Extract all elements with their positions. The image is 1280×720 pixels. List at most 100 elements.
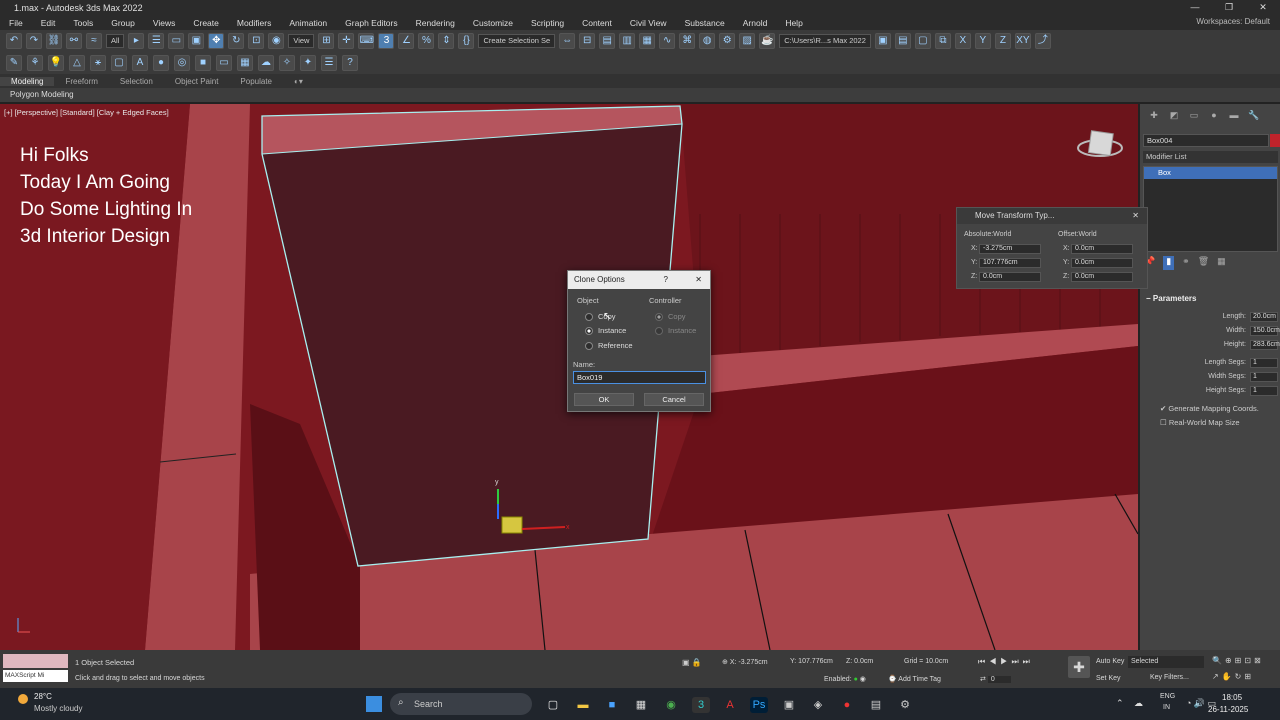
3dsmax-icon[interactable]: 3 <box>692 697 710 713</box>
selection-filter-dropdown[interactable]: All <box>106 34 125 48</box>
link-icon[interactable]: ⛓ <box>46 33 62 49</box>
menu-customize[interactable]: Customize <box>464 18 522 28</box>
menu-modifiers[interactable]: Modifiers <box>228 18 280 28</box>
help-circle-icon[interactable]: ? <box>342 55 358 71</box>
stack-item-box[interactable]: Box <box>1144 167 1277 179</box>
set-key-button[interactable]: Set Key <box>1096 675 1121 682</box>
modify-tab-icon[interactable]: ◩ <box>1166 110 1182 124</box>
real-world-checkbox[interactable]: ☐ Real-World Map Size <box>1160 418 1240 427</box>
move-gizmo-plane[interactable] <box>501 516 523 534</box>
photoshop-icon[interactable]: Ps <box>750 697 768 713</box>
show-end-result-icon[interactable]: ▮ <box>1163 256 1175 270</box>
off-y-field[interactable]: 0.0cm <box>1071 258 1133 268</box>
onedrive-icon[interactable]: ☁ <box>1134 698 1143 709</box>
named-selection-dropdown[interactable]: Create Selection Se <box>478 34 556 48</box>
key-selected-dropdown[interactable]: Selected <box>1128 656 1204 668</box>
isolate-icon[interactable]: ▣ 🔒 <box>682 658 702 667</box>
window-crossing-icon[interactable]: ▣ <box>188 33 205 49</box>
object-instance-radio[interactable]: Instance <box>585 326 626 335</box>
param-length-segs-value[interactable]: 1 <box>1250 358 1278 368</box>
close-button[interactable]: ✕ <box>695 271 702 289</box>
cancel-button[interactable]: Cancel <box>644 393 704 406</box>
keyboard-shortcut-icon[interactable]: ⌨ <box>358 33 375 49</box>
schematic-view-icon[interactable]: ⌘ <box>679 33 696 49</box>
create-tab-icon[interactable]: ✚ <box>1146 110 1162 124</box>
calculator-icon[interactable]: ▦ <box>632 697 650 713</box>
manipulate-icon[interactable]: ✛ <box>338 33 355 49</box>
gen-mapping-checkbox[interactable]: ✔ Generate Mapping Coords. <box>1160 404 1259 413</box>
acrobat-icon[interactable]: A <box>721 697 739 713</box>
settings-gear-icon[interactable]: ⚙ <box>896 697 914 713</box>
menu-create[interactable]: Create <box>184 18 228 28</box>
minimize-button[interactable]: — <box>1178 0 1212 15</box>
curve-editor-icon[interactable]: ∿ <box>659 33 676 49</box>
layer-icon[interactable]: ▤ <box>894 33 911 49</box>
edit-named-selection-icon[interactable]: {} <box>458 33 475 49</box>
axis-y-icon[interactable]: Y <box>974 33 991 49</box>
key-mode-icon[interactable]: ✚ <box>1068 656 1090 678</box>
playback-controls[interactable]: ⏮◀▶⏭⏭ <box>978 657 1034 667</box>
plane-icon[interactable]: ▭ <box>216 55 232 71</box>
box-icon[interactable]: ■ <box>195 55 211 71</box>
tab-freeform[interactable]: Freeform <box>54 77 108 86</box>
enabled-toggle[interactable]: Enabled: ● ◉ <box>824 675 866 683</box>
menu-graph-editors[interactable]: Graph Editors <box>336 18 406 28</box>
viewport-nav-icons-2[interactable]: ↗✋↻⊞ <box>1212 672 1254 681</box>
cloud-icon[interactable]: ☁ <box>258 55 274 71</box>
unlink-icon[interactable]: ⚯ <box>66 33 82 49</box>
object-reference-radio[interactable]: Reference <box>585 341 633 350</box>
abs-y-field[interactable]: 107.776cm <box>979 258 1041 268</box>
list-icon[interactable]: ☰ <box>321 55 337 71</box>
tab-populate[interactable]: Populate <box>229 77 283 86</box>
parameters-rollout[interactable]: − Parameters <box>1146 294 1197 303</box>
param-height-value[interactable]: 283.6cm <box>1250 340 1280 350</box>
select-scale-icon[interactable]: ⊡ <box>248 33 265 49</box>
app-icon-11[interactable]: ● <box>838 697 856 713</box>
axis-z-icon[interactable]: Z <box>994 33 1011 49</box>
render-setup-icon[interactable]: ⚙ <box>719 33 736 49</box>
object-color-swatch[interactable] <box>1270 134 1280 147</box>
clock-time[interactable]: 18:05 <box>1222 693 1242 702</box>
hierarchy-tab-icon[interactable]: ▭ <box>1186 110 1202 124</box>
clone-options-title-bar[interactable]: Clone Options ? ✕ <box>568 271 710 289</box>
bone-icon[interactable]: △ <box>69 55 85 71</box>
file-explorer-icon[interactable]: ▬ <box>574 697 592 713</box>
menu-content[interactable]: Content <box>573 18 621 28</box>
sphere-icon[interactable]: ● <box>153 55 169 71</box>
menu-tools[interactable]: Tools <box>64 18 102 28</box>
tab-object-paint[interactable]: Object Paint <box>164 77 230 86</box>
layer-explorer-icon[interactable]: ▥ <box>619 33 636 49</box>
polygon-modeling-panel[interactable]: Polygon Modeling <box>0 88 1280 102</box>
abs-x-field[interactable]: -3.275cm <box>979 244 1041 254</box>
menu-scripting[interactable]: Scripting <box>522 18 573 28</box>
select-move-icon[interactable]: ✥ <box>208 33 225 49</box>
off-x-field[interactable]: 0.0cm <box>1071 244 1133 254</box>
clock-date[interactable]: 26-11-2025 <box>1208 705 1248 714</box>
auto-key-button[interactable]: Auto Key <box>1096 658 1124 665</box>
snap-toggle-icon[interactable]: 3 <box>378 33 395 49</box>
close-icon[interactable]: ✕ <box>1132 208 1139 224</box>
project-path-dropdown[interactable]: C:\Users\R...s Max 2022 <box>779 34 871 48</box>
weather-desc[interactable]: Mostly cloudy <box>34 704 82 713</box>
off-z-field[interactable]: 0.0cm <box>1071 272 1133 282</box>
frame-field[interactable]: ⇄ 0 <box>980 675 1011 683</box>
select-rotate-icon[interactable]: ↻ <box>228 33 245 49</box>
view-cube[interactable] <box>1087 130 1114 157</box>
ok-button[interactable]: OK <box>574 393 634 406</box>
display-tab-icon[interactable]: ▬ <box>1226 110 1242 124</box>
menu-group[interactable]: Group <box>102 18 144 28</box>
remove-modifier-icon[interactable]: 🗑 <box>1198 256 1209 270</box>
make-unique-icon[interactable]: ⚭ <box>1182 256 1190 270</box>
param-width-segs-value[interactable]: 1 <box>1250 372 1278 382</box>
material-editor-icon[interactable]: ◍ <box>699 33 716 49</box>
scene-explorer-icon[interactable]: ▤ <box>599 33 616 49</box>
coord-z[interactable]: Z: 0.0cm <box>846 658 873 665</box>
spinner-snap-icon[interactable]: ⇕ <box>438 33 455 49</box>
move-transform-title-bar[interactable]: Move Transform Typ... ✕ <box>957 208 1147 224</box>
ribbon-toggle-icon[interactable]: ▦ <box>639 33 656 49</box>
menu-help[interactable]: Help <box>776 18 811 28</box>
coord-y[interactable]: Y: 107.776cm <box>790 658 833 665</box>
redo-icon[interactable]: ↷ <box>26 33 42 49</box>
weather-temp[interactable]: 28°C <box>34 692 52 701</box>
teapot-icon[interactable]: ◎ <box>174 55 190 71</box>
